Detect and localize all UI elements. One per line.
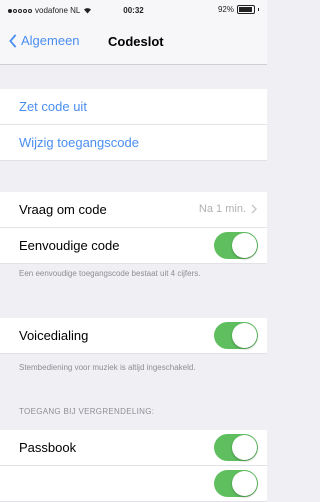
status-bar: vodafone NL 00:32 92% xyxy=(0,0,267,20)
passbook-toggle[interactable] xyxy=(214,434,258,461)
require-code-value: Na 1 min. xyxy=(198,203,246,215)
simple-code-label: Eenvoudige code xyxy=(19,238,120,253)
battery-icon xyxy=(237,5,255,14)
lock-access-header: TOEGANG BIJ VERGRENDELING: xyxy=(19,407,155,416)
disable-code-button[interactable]: Zet code uit xyxy=(19,99,87,114)
passbook-label: Passbook xyxy=(19,440,77,455)
voice-dial-toggle[interactable] xyxy=(214,322,258,349)
simple-code-row: Eenvoudige code xyxy=(0,228,267,264)
simple-code-footnote: Een eenvoudige toegangscode bestaat uit … xyxy=(19,269,201,278)
next-lock-access-toggle[interactable] xyxy=(214,470,258,497)
navigation-bar: Algemeen Codeslot xyxy=(0,20,267,65)
voice-dial-row: Voicedialing xyxy=(0,318,267,354)
disable-code-row[interactable]: Zet code uit xyxy=(0,89,267,125)
change-code-button[interactable]: Wijzig toegangscode xyxy=(19,135,139,150)
voice-dial-label: Voicedialing xyxy=(19,328,89,343)
passbook-row: Passbook xyxy=(0,430,267,466)
require-code-label: Vraag om code xyxy=(19,202,107,217)
back-button[interactable]: Algemeen xyxy=(8,33,80,48)
battery-percentage: 92% xyxy=(217,5,234,14)
change-code-row[interactable]: Wijzig toegangscode xyxy=(0,125,267,161)
require-code-row[interactable]: Vraag om code Na 1 min. xyxy=(0,192,267,228)
chevron-right-icon xyxy=(251,204,257,214)
chevron-left-icon xyxy=(9,33,17,48)
page-title: Codeslot xyxy=(108,34,164,49)
voice-dial-footnote: Stembediening voor muziek is altijd inge… xyxy=(19,363,196,372)
back-button-label: Algemeen xyxy=(21,33,80,48)
simple-code-toggle[interactable] xyxy=(214,232,258,259)
next-lock-access-row xyxy=(0,466,267,502)
